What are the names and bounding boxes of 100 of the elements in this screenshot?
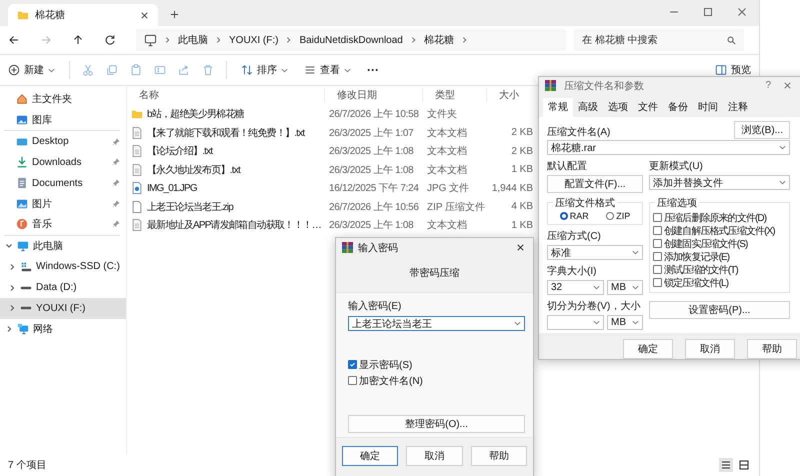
table-cell-text: 文本文档 <box>427 126 468 140</box>
table-cell-text: 26/3/2025 上午 1:08 <box>329 218 414 232</box>
field-label: 输入密码(E) <box>348 300 402 313</box>
file-name: 上老王论坛当老王.zip <box>147 200 233 214</box>
table-cell-text: 文本文档 <box>427 164 468 177</box>
address-bar[interactable]: 此电脑 YOUXI (F:) BaiduNetdiskDownload 棉花糖 <box>136 29 566 51</box>
dialog-button[interactable]: 帮助 <box>747 339 797 359</box>
table-cell-text: 2 KB <box>510 127 533 138</box>
profiles-button[interactable]: 配置文件(F)... <box>547 175 643 193</box>
sidebar-item[interactable]: 主文件夹 <box>0 89 126 110</box>
update-mode-dropdown[interactable]: 添加并替换文件 <box>649 175 790 190</box>
tree-item[interactable]: Windows-SSD (C:) <box>0 256 126 278</box>
field-label: 默认配置 <box>547 160 588 173</box>
dialog-tab[interactable]: 选项 <box>603 98 633 117</box>
breadcrumb-item[interactable]: YOUXI (F:) <box>229 34 278 46</box>
breadcrumb-item[interactable]: 此电脑 <box>178 33 208 47</box>
table-cell-text: 文件夹 <box>427 108 458 122</box>
file-name: 【永久地址发布页】.txt <box>147 164 240 177</box>
sidebar-item[interactable]: Documents <box>0 172 126 194</box>
dialog-title: 输入密码 <box>358 242 398 254</box>
help-button[interactable]: ? <box>761 80 775 91</box>
table-cell-text: JPG 文件 <box>427 182 470 196</box>
sort-button[interactable]: 排序 <box>239 61 290 79</box>
file-name: 【来了就能下载和观看！纯免费！】.txt <box>147 126 304 140</box>
table-cell-text: 文本文档 <box>427 218 468 232</box>
table-cell-text: 26/3/2025 上午 1:07 <box>329 126 414 140</box>
table-cell-text: 文本文档 <box>427 144 468 158</box>
option-checkbox[interactable]: 测试压缩的文件(T) <box>653 263 786 276</box>
table-cell-text: 1 KB <box>510 220 533 231</box>
set-password-button[interactable]: 设置密码(P)... <box>649 301 790 319</box>
dialog-button[interactable]: 确定 <box>623 339 673 359</box>
table-cell-text: 26/3/2025 上午 1:08 <box>329 144 414 158</box>
dialog-button[interactable]: 帮助 <box>470 446 527 466</box>
format-radio[interactable]: RAR <box>560 211 589 221</box>
table-cell-text: 2 KB <box>510 146 533 157</box>
breadcrumb-item[interactable]: BaiduNetdiskDownload <box>299 34 403 46</box>
tree-item[interactable]: 网络 <box>0 318 126 340</box>
dialog-tab[interactable]: 备份 <box>663 98 693 117</box>
table-cell-text: 26/3/2025 上午 1:08 <box>329 164 414 177</box>
new-button[interactable]: 新建 <box>6 61 57 79</box>
group-label: 压缩选项 <box>655 196 699 210</box>
table-cell-text: 1 KB <box>510 164 533 176</box>
file-name: b站，超绝美少男棉花糖 <box>147 108 244 122</box>
option-checkbox[interactable]: 加密文件名(N) <box>348 374 525 387</box>
option-checkbox[interactable]: 创建固实压缩文件(S) <box>653 237 786 250</box>
table-cell: 1,944 KB <box>491 182 533 194</box>
sidebar-item[interactable]: 图片 <box>0 193 126 214</box>
view-button[interactable]: 查看 <box>302 61 353 79</box>
sidebar-item[interactable]: 音乐 <box>0 214 126 235</box>
unit-dropdown[interactable]: MB <box>607 315 643 330</box>
field-label: 切分为分卷(V)，大小 <box>547 300 642 313</box>
column-header[interactable]: 修改日期 <box>329 88 423 102</box>
browse-button[interactable]: 浏览(B)... <box>734 121 790 139</box>
table-cell-text: ZIP 压缩文件 <box>427 200 486 214</box>
option-checkbox[interactable]: 显示密码(S) <box>348 358 525 371</box>
dialog-button[interactable]: 确定 <box>342 446 398 466</box>
format-radio[interactable]: ZIP <box>606 211 630 221</box>
column-header[interactable]: 名称 <box>131 88 325 102</box>
field-label: 压缩方式(C) <box>547 230 602 243</box>
field-label: 压缩文件名(A) <box>547 126 610 139</box>
breadcrumb-item[interactable]: 棉花糖 <box>424 33 454 47</box>
unit-dropdown[interactable]: MB <box>607 280 643 295</box>
password-field[interactable]: 上老王论坛当老王 <box>348 316 525 331</box>
field-label: 更新模式(U) <box>649 160 704 173</box>
organize-passwords-button[interactable]: 整理密码(O)... <box>348 415 525 433</box>
search-field[interactable]: 在 棉花糖 中搜索 <box>574 29 744 51</box>
method-dropdown[interactable]: 标准 <box>547 245 643 260</box>
dictionary-size-dropdown[interactable]: 32 <box>547 280 604 295</box>
option-checkbox[interactable]: 添加恢复记录(E) <box>653 250 786 263</box>
item-count: 7 个项目 <box>8 459 46 472</box>
archive-name-field[interactable]: 棉花糖.rar <box>547 140 790 155</box>
column-header[interactable]: 大小 <box>491 88 533 102</box>
dialog-button[interactable]: 取消 <box>406 446 463 466</box>
table-cell-text: 4 KB <box>510 201 533 212</box>
dialog-button[interactable]: 取消 <box>685 339 735 359</box>
file-name: IMG_01.JPG <box>147 182 197 194</box>
file-name: 【论坛介绍】.txt <box>147 144 212 158</box>
file-name: 最新地址及APP请发邮箱自动获取！！！… <box>147 218 322 232</box>
option-checkbox[interactable]: 压缩后删除原来的文件(D) <box>653 211 786 224</box>
table-cell-text: 26/7/2026 上午 10:58 <box>329 108 420 122</box>
dialog-title: 压缩文件名和参数 <box>564 80 644 92</box>
column-header[interactable]: 类型 <box>427 88 487 102</box>
tree-item[interactable]: YOUXI (F:) <box>0 298 126 319</box>
tree-item[interactable]: 此电脑 <box>0 236 126 256</box>
sidebar-item[interactable]: Desktop <box>0 131 126 152</box>
sidebar-item[interactable]: 图库 <box>0 110 126 130</box>
dialog-tab[interactable]: 注释 <box>723 98 753 117</box>
field-label: 字典大小(I) <box>547 264 598 278</box>
more-button[interactable]: ··· <box>365 61 381 79</box>
option-checkbox[interactable]: 创建自解压格式压缩文件(X) <box>653 224 786 237</box>
option-checkbox[interactable]: 锁定压缩文件(L) <box>653 276 786 289</box>
table-cell-text: 26/7/2026 上午 10:56 <box>329 200 420 214</box>
folder-tab[interactable]: 棉花糖 <box>8 4 158 26</box>
dialog-tab[interactable]: 文件 <box>633 98 663 117</box>
sidebar-item[interactable]: Downloads <box>0 152 126 173</box>
preview-button[interactable]: 预览 <box>713 61 753 79</box>
tree-item[interactable]: Data (D:) <box>0 277 126 298</box>
dialog-tab[interactable]: 高级 <box>573 98 603 117</box>
dialog-tab[interactable]: 常规 <box>543 98 573 117</box>
dialog-tab[interactable]: 时间 <box>693 98 723 117</box>
